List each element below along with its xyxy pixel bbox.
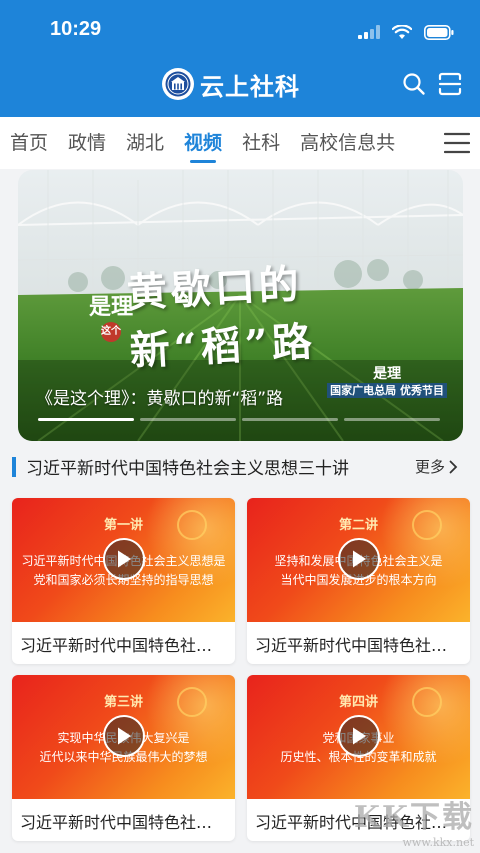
section-accent-bar [12, 457, 16, 477]
chevron-right-icon [449, 460, 458, 473]
lecture-number: 第二讲 [338, 518, 378, 533]
scan-icon[interactable] [436, 70, 464, 98]
section-title: 习近平新时代中国特色社会主义思想三十讲 [26, 459, 349, 479]
banner-indicators [38, 418, 440, 421]
watermark-url: www.kkx.net [402, 836, 474, 849]
tab-hubei[interactable]: 湖北 [116, 117, 174, 169]
tab-social-science[interactable]: 社科 [232, 117, 290, 169]
app-bar: 云上社科 [0, 62, 480, 117]
indicator-dot[interactable] [140, 418, 236, 421]
video-card[interactable]: 第三讲 实现中华民族伟大复兴是 近代以来中华民族最伟大的梦想 习近平新时代中国特… [12, 675, 235, 841]
more-label: 更多 [414, 458, 445, 476]
signal-icon [358, 25, 380, 39]
emblem-logo-icon [162, 68, 194, 100]
status-bar: 10:29 [0, 0, 480, 62]
site-watermark: KK下载 www.kkx.net [354, 792, 474, 849]
tab-list: 首页 政情 湖北 视频 社科 高校信息共 [0, 117, 405, 169]
wifi-icon [392, 24, 412, 39]
corner-logo-text: 是理 [373, 366, 402, 382]
indicator-dot[interactable] [38, 418, 134, 421]
channel-tabs: 首页 政情 湖北 视频 社科 高校信息共 [0, 117, 480, 169]
banner-caption: 《是这个理》：黄歇口的新“稻”路 [36, 389, 284, 409]
app-actions [400, 70, 464, 98]
tab-home[interactable]: 首页 [0, 117, 58, 169]
video-thumbnail: 第一讲 习近平新时代中国特色社会主义思想是 党和国家必须长期坚持的指导思想 [12, 498, 235, 622]
section-header: 习近平新时代中国特色社会主义思想三十讲 更多 [12, 452, 468, 482]
play-icon[interactable] [338, 538, 380, 580]
banner-corner-logo: 是理 国家广电总局 优秀节目 [327, 366, 447, 398]
corner-tag: 国家广电总局 优秀节目 [327, 383, 447, 398]
featured-banner[interactable]: 是理 这个 黄歇口的新“稻”路 《是这个理》：黄歇口的新“稻”路 是理 国家广电… [18, 170, 463, 441]
seal-mark: 这个 [101, 322, 121, 342]
app-title: 云上社科 [200, 72, 300, 101]
banner-art-title: 黄歇口的新“稻”路 [125, 260, 317, 375]
card-title: 习近平新时代中国特色社会主义思想三十讲 [20, 813, 227, 832]
tab-video[interactable]: 视频 [174, 117, 232, 169]
indicator-dot[interactable] [344, 418, 440, 421]
tab-politics[interactable]: 政情 [58, 117, 116, 169]
lecture-number: 第三讲 [103, 695, 143, 710]
video-card[interactable]: 第一讲 习近平新时代中国特色社会主义思想是 党和国家必须长期坚持的指导思想 习近… [12, 498, 235, 664]
status-icons [358, 22, 454, 42]
card-title: 习近平新时代中国特色社会主义思想三十讲 [20, 636, 227, 655]
tab-university-info[interactable]: 高校信息共 [290, 117, 405, 169]
play-icon[interactable] [103, 538, 145, 580]
video-card[interactable]: 第二讲 坚持和发展中国特色社会主义是 当代中国发展进步的根本方向 习近平新时代中… [247, 498, 470, 664]
battery-icon [424, 24, 454, 40]
lecture-number: 第四讲 [338, 695, 378, 710]
watermark-brand: KK下载 [353, 800, 474, 835]
tab-menu-icon[interactable] [434, 117, 480, 169]
more-link[interactable]: 更多 [415, 456, 458, 477]
brand: 云上社科 [162, 66, 300, 102]
app-header: 10:29 云上社科 [0, 0, 480, 117]
video-thumbnail: 第二讲 坚持和发展中国特色社会主义是 当代中国发展进步的根本方向 [247, 498, 470, 622]
status-time: 10:29 [50, 18, 102, 40]
card-title: 习近平新时代中国特色社会主义思想三十讲 [255, 636, 462, 655]
play-icon[interactable] [103, 715, 145, 757]
video-thumbnail: 第四讲 党和国家事业 历史性、根本性的变革和成就 [247, 675, 470, 799]
play-icon[interactable] [338, 715, 380, 757]
search-icon[interactable] [400, 70, 428, 98]
video-thumbnail: 第三讲 实现中华民族伟大复兴是 近代以来中华民族最伟大的梦想 [12, 675, 235, 799]
lecture-number: 第一讲 [103, 518, 143, 533]
indicator-dot[interactable] [242, 418, 338, 421]
